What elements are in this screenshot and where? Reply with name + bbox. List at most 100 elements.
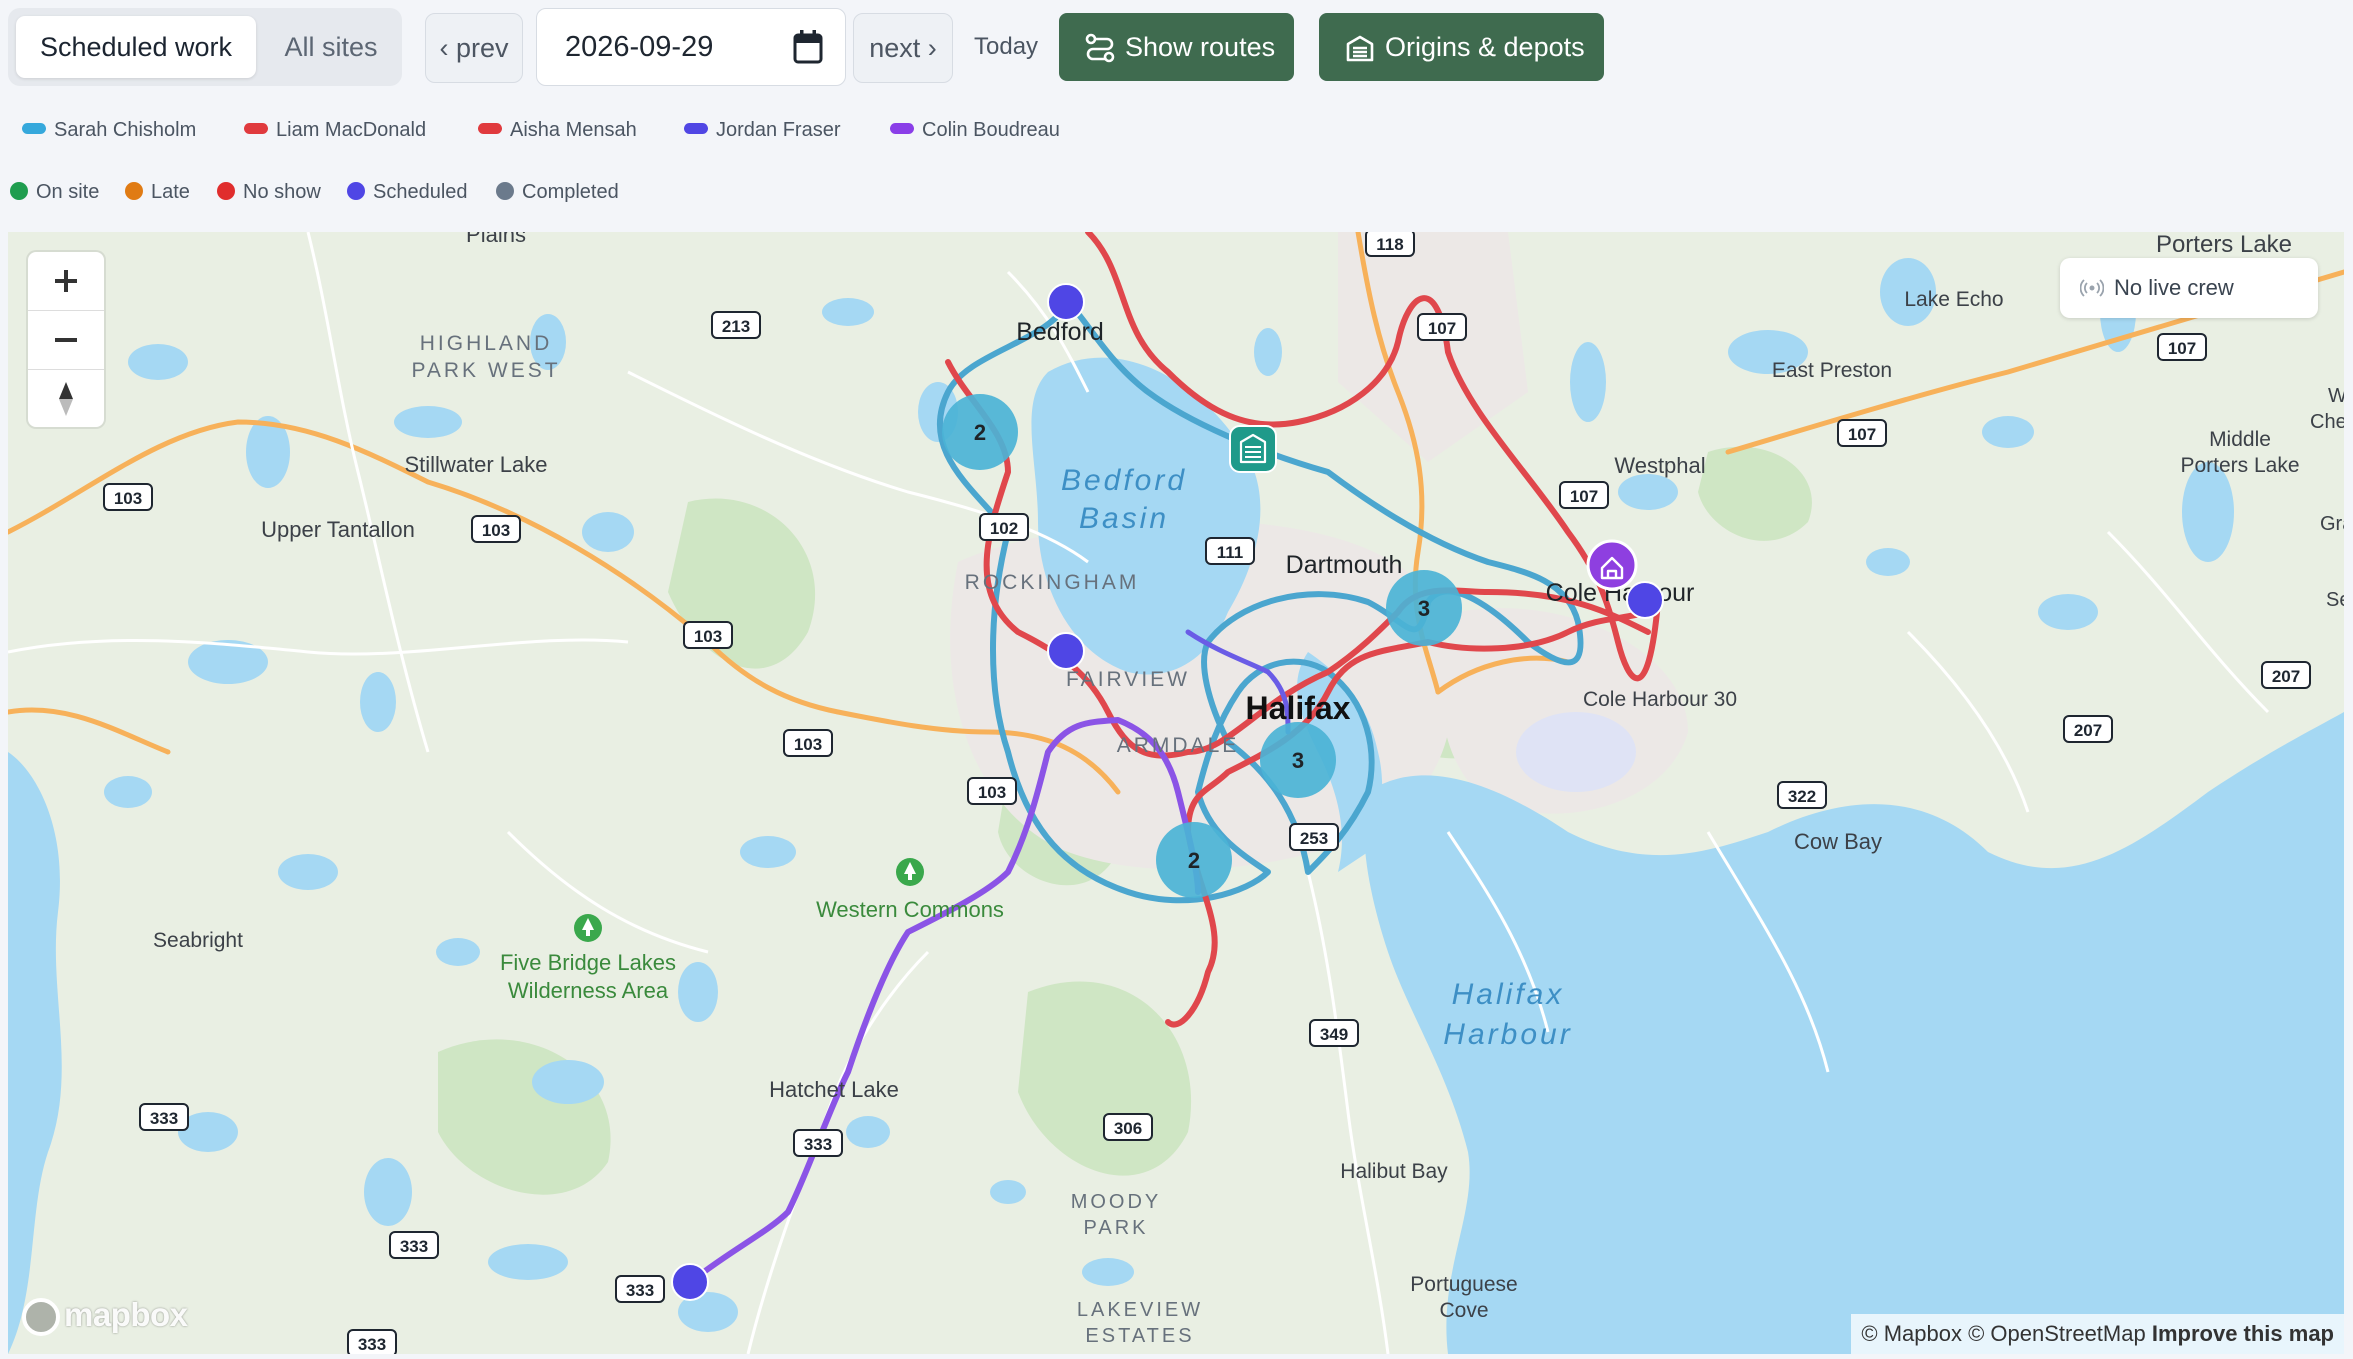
attribution-text[interactable]: © Mapbox © OpenStreetMap [1861,1321,2145,1346]
today-button[interactable]: Today [974,8,1038,86]
show-routes-button[interactable]: Show routes [1059,13,1294,81]
svg-text:207: 207 [2074,721,2102,740]
shield-107: 107 [1837,419,1887,447]
svg-text:253: 253 [1300,829,1328,848]
svg-text:3: 3 [1418,596,1430,621]
status-dot [347,181,365,200]
cluster-marker[interactable]: 3 [1386,570,1462,646]
label-lake-echo: Lake Echo [1904,288,2003,311]
label-halibut-bay: Halibut Bay [1340,1160,1448,1183]
origins-depots-button[interactable]: Origins & depots [1319,13,1604,81]
shield-207: 207 [2063,715,2113,743]
label-cole-harbour-30: Cole Harbour 30 [1583,688,1737,711]
svg-text:118: 118 [1376,235,1403,254]
zoom-out-button[interactable] [28,311,104,369]
label-east-preston: East Preston [1772,359,1892,382]
label-hatchet-lake: Hatchet Lake [769,1077,899,1102]
job-marker-scheduled[interactable] [1626,581,1664,619]
map-canvas[interactable]: 118 107 107 107 107 213 103 103 103 103 … [8,232,2344,1354]
svg-text:333: 333 [400,1237,428,1256]
status-legend-item: Scheduled [347,177,468,207]
svg-text:2: 2 [974,420,986,445]
label-stillwater-lake: Stillwater Lake [404,452,547,477]
label-seabright: Seabright [153,929,243,952]
origin-marker[interactable] [1586,539,1638,591]
zoom-in-button[interactable] [28,252,104,310]
svg-text:213: 213 [722,317,750,336]
status-dot [217,181,235,200]
svg-text:333: 333 [358,1335,386,1354]
svg-text:2: 2 [1188,848,1200,873]
shield-253: 253 [1289,823,1339,851]
crew-legend-item[interactable]: Liam MacDonald [244,115,426,145]
crew-legend-item[interactable]: Jordan Fraser [684,115,841,145]
depot-marker[interactable] [1229,425,1277,473]
shield-107: 107 [1417,313,1467,341]
mapbox-logo-mark [22,1298,60,1336]
svg-text:103: 103 [694,627,722,646]
live-crew-status: No live crew [2060,258,2318,318]
crew-legend-item[interactable]: Sarah Chisholm [22,115,196,145]
label-western-commons: Western Commons [816,897,1004,922]
shield-103: 103 [103,483,153,511]
label-se: Se [2326,589,2344,611]
tab-scheduled-work[interactable]: Scheduled work [16,16,256,78]
svg-text:207: 207 [2272,667,2300,686]
label-rockingham: ROCKINGHAM [965,571,1140,594]
crew-legend-item[interactable]: Aisha Mensah [478,115,637,145]
shield-107: 107 [2157,333,2207,361]
job-marker-scheduled[interactable] [1047,283,1085,321]
tab-all-sites[interactable]: All sites [264,16,398,78]
shield-333: 333 [793,1129,843,1157]
label-upper-tantallon: Upper Tantallon [261,517,415,542]
label-fairview: FAIRVIEW [1066,668,1190,691]
route-map[interactable]: 118 107 107 107 107 213 103 103 103 103 … [8,232,2344,1354]
compass-icon [59,382,73,416]
job-marker-scheduled[interactable] [671,1263,709,1301]
svg-text:333: 333 [804,1135,832,1154]
svg-text:107: 107 [1848,425,1876,444]
shield-111: 111 [1205,537,1255,565]
toolbar: Scheduled work All sites ‹ prev 2026-09-… [8,8,2348,86]
svg-text:107: 107 [1428,319,1456,338]
status-dot [125,181,143,200]
label-gra: Gra [2320,513,2344,535]
map-attribution: © Mapbox © OpenStreetMap Improve this ma… [1851,1314,2344,1354]
date-field[interactable]: 2026-09-29 [536,8,846,86]
improve-map-link[interactable]: Improve this map [2152,1321,2334,1346]
cluster-marker[interactable]: 3 [1260,722,1336,798]
svg-text:306: 306 [1114,1119,1142,1138]
shield-322: 322 [1777,781,1827,809]
label-chezz: Chezz [2310,411,2344,433]
status-legend-item: Late [125,177,190,207]
shield-102: 102 [979,513,1029,541]
shield-103: 103 [967,777,1017,805]
next-day-button[interactable]: next › [853,13,953,83]
svg-text:322: 322 [1788,787,1816,806]
compass-button[interactable] [28,370,104,428]
calendar-icon[interactable] [793,30,823,64]
shield-333: 333 [389,1231,439,1259]
status-legend-item: No show [217,177,321,207]
cluster-marker[interactable]: 2 [1156,822,1232,898]
shield-103: 103 [471,515,521,543]
route-icon [1085,33,1115,63]
shield-103: 103 [783,729,833,757]
label-porters-lake: Porters Lake [2156,232,2292,258]
svg-text:3: 3 [1292,748,1304,773]
crew-legend-item[interactable]: Colin Boudreau [890,115,1060,145]
crew-swatch [244,123,268,135]
prev-day-button[interactable]: ‹ prev [425,13,523,83]
shield-107: 107 [1559,481,1609,509]
job-marker-scheduled[interactable] [1047,632,1085,670]
shield-349: 349 [1309,1019,1359,1047]
label-cow-bay: Cow Bay [1794,829,1882,854]
svg-text:333: 333 [150,1109,178,1128]
cluster-marker[interactable]: 2 [942,394,1018,470]
view-toggle: Scheduled work All sites [8,8,402,86]
svg-text:103: 103 [794,735,822,754]
svg-text:349: 349 [1320,1025,1348,1044]
label-plains: Plains [466,232,526,247]
label-westphal: Westphal [1614,453,1705,478]
svg-text:107: 107 [1570,487,1598,506]
